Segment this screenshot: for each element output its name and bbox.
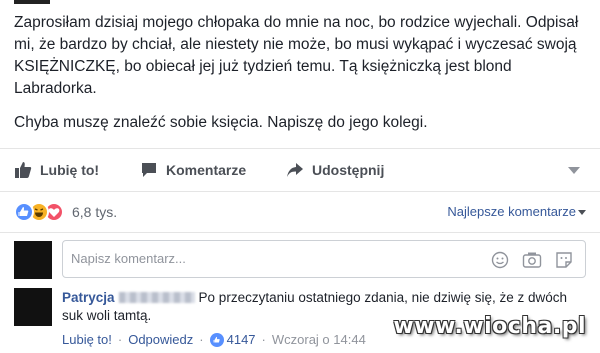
post-action-bar: Lubię to! Komentarze Udostępnij bbox=[0, 148, 600, 192]
comment-sort-dropdown[interactable]: Najlepsze komentarze bbox=[447, 204, 576, 219]
avatar bbox=[14, 241, 52, 279]
post-body: Zaprosiłam dzisiaj mojego chłopaka do mn… bbox=[14, 12, 584, 146]
options-caret-icon[interactable] bbox=[568, 167, 580, 174]
composer-tools bbox=[489, 250, 575, 270]
comment-composer: Napisz komentarz... bbox=[0, 232, 600, 284]
speech-bubble-icon bbox=[140, 161, 158, 179]
share-arrow-icon bbox=[286, 161, 304, 179]
comment-author[interactable]: Patrycja bbox=[62, 290, 115, 305]
emoji-icon[interactable] bbox=[489, 250, 511, 270]
previous-avatar-strip bbox=[14, 0, 50, 4]
like-button[interactable]: Lubię to! bbox=[14, 161, 99, 179]
comment-meta: Lubię to! · Odpowiedz · 4147 · Wczoraj o… bbox=[62, 332, 366, 347]
reaction-icons[interactable] bbox=[14, 202, 78, 224]
comment-input[interactable]: Napisz komentarz... bbox=[62, 240, 586, 278]
post-paragraph-1: Zaprosiłam dzisiaj mojego chłopaka do mn… bbox=[14, 14, 579, 97]
post-paragraph-2: Chyba muszę znaleźć sobie księcia. Napis… bbox=[14, 114, 428, 131]
comment-like-count-value: 4147 bbox=[226, 332, 256, 347]
comment-timestamp[interactable]: Wczoraj o 14:44 bbox=[272, 332, 366, 347]
avatar[interactable] bbox=[14, 288, 52, 326]
reactions-summary: 6,8 tys. Najlepsze komentarze bbox=[14, 200, 586, 226]
chevron-down-icon[interactable] bbox=[578, 210, 586, 215]
comment-like-count[interactable]: 4147 bbox=[209, 332, 256, 347]
comment-input-placeholder: Napisz komentarz... bbox=[71, 251, 186, 266]
like-reaction-icon bbox=[14, 202, 34, 222]
meta-separator: · bbox=[117, 332, 123, 347]
thumbs-up-icon bbox=[14, 161, 32, 179]
like-reaction-icon bbox=[209, 332, 224, 347]
camera-icon[interactable] bbox=[521, 250, 543, 270]
watermark: www.wiocha.pl bbox=[393, 314, 586, 339]
meta-separator: · bbox=[261, 332, 266, 347]
like-button-label: Lubię to! bbox=[40, 162, 100, 178]
comment-button-label: Komentarze bbox=[166, 162, 247, 178]
share-button[interactable]: Udostępnij bbox=[286, 161, 384, 179]
comment-button[interactable]: Komentarze bbox=[140, 161, 246, 179]
sticker-icon[interactable] bbox=[553, 250, 575, 270]
reaction-count[interactable]: 6,8 tys. bbox=[72, 204, 117, 220]
share-button-label: Udostępnij bbox=[312, 162, 385, 178]
comment-reply-link[interactable]: Odpowiedz bbox=[128, 332, 193, 347]
meta-separator: · bbox=[199, 332, 204, 347]
blurred-surname bbox=[118, 292, 195, 303]
comment-like-link[interactable]: Lubię to! bbox=[62, 332, 112, 347]
